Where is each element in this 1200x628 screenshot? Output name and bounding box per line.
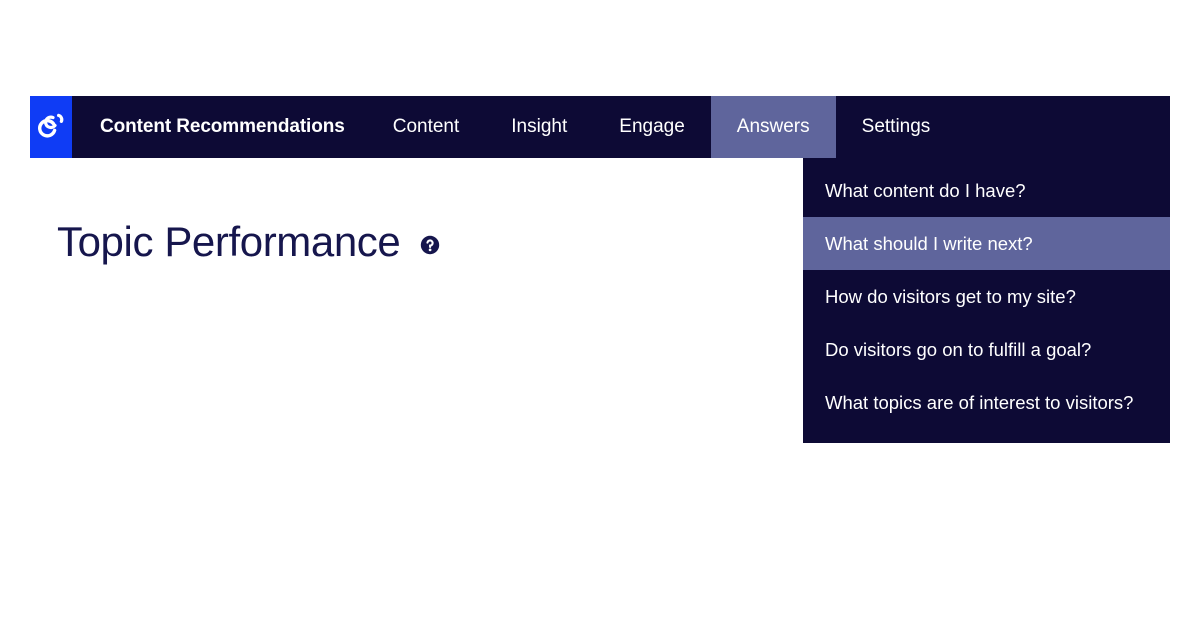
dropdown-item-label: Do visitors go on to fulfill a goal? bbox=[825, 339, 1092, 360]
app-window: Content Recommendations Content Insight … bbox=[0, 0, 1200, 628]
dropdown-item-label: How do visitors get to my site? bbox=[825, 286, 1076, 307]
dropdown-item-what-content-do-i-have[interactable]: What content do I have? bbox=[803, 164, 1170, 217]
dropdown-item-do-visitors-fulfill-a-goal[interactable]: Do visitors go on to fulfill a goal? bbox=[803, 323, 1170, 376]
top-navigation-bar: Content Recommendations Content Insight … bbox=[30, 96, 1170, 158]
nav-item-engage[interactable]: Engage bbox=[593, 96, 711, 158]
nav-item-insight[interactable]: Insight bbox=[485, 96, 593, 158]
nav-items: Content Insight Engage Answers Settings bbox=[367, 96, 957, 158]
nav-item-label: Content bbox=[392, 116, 460, 137]
dropdown-item-how-do-visitors-get-to-my-site[interactable]: How do visitors get to my site? bbox=[803, 270, 1170, 323]
dropdown-item-what-topics-are-of-interest[interactable]: What topics are of interest to visitors? bbox=[803, 376, 1170, 429]
brand-name: Content Recommendations bbox=[100, 116, 345, 137]
question-mark-circle-icon[interactable] bbox=[420, 235, 440, 255]
nav-item-label: Answers bbox=[736, 116, 810, 137]
app-logo-tile bbox=[30, 96, 72, 158]
dropdown-item-label: What should I write next? bbox=[825, 233, 1033, 254]
nav-item-label: Engage bbox=[619, 116, 685, 137]
dropdown-item-what-should-i-write-next[interactable]: What should I write next? bbox=[803, 217, 1170, 270]
nav-item-label: Settings bbox=[861, 116, 931, 137]
answers-dropdown-menu: What content do I have? What should I wr… bbox=[803, 158, 1170, 443]
nav-item-settings[interactable]: Settings bbox=[836, 96, 957, 158]
nav-item-label: Insight bbox=[511, 116, 568, 137]
page-title-row: Topic Performance bbox=[57, 218, 440, 266]
dropdown-item-label: What content do I have? bbox=[825, 180, 1026, 201]
dropdown-item-label: What topics are of interest to visitors? bbox=[825, 392, 1134, 413]
page-title: Topic Performance bbox=[57, 218, 401, 265]
gathercontent-swoosh-logo-icon bbox=[34, 110, 68, 144]
brand[interactable]: Content Recommendations bbox=[30, 96, 367, 158]
nav-item-answers[interactable]: Answers bbox=[710, 96, 836, 158]
nav-item-content[interactable]: Content bbox=[367, 96, 486, 158]
